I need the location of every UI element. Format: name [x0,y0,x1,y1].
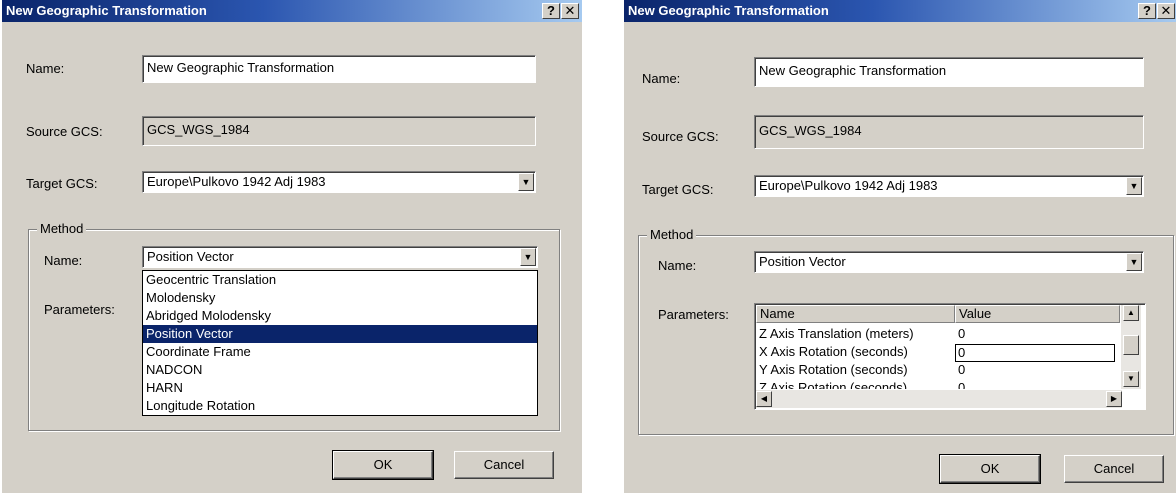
vertical-scrollbar[interactable]: ▲ ▼ [1121,305,1141,389]
ok-button[interactable]: OK [332,450,434,480]
param-value-cell[interactable]: 0 [955,379,1118,389]
cancel-button[interactable]: Cancel [454,451,554,479]
param-value-cell[interactable]: 0 [955,361,1118,379]
target-gcs-value: Europe\Pulkovo 1942 Adj 1983 [147,174,326,189]
dialog-title: New Geographic Transformation [628,3,829,18]
parameters-grid[interactable]: Name Value Z Axis Translation (meters) 0… [754,303,1146,410]
method-option[interactable]: Molodensky [143,289,537,307]
method-option[interactable]: Position Vector [143,325,537,343]
method-name-label: Name: [44,253,83,268]
method-option[interactable]: NADCON [143,361,537,379]
scroll-thumb[interactable] [1123,335,1139,355]
name-input[interactable]: New Geographic Transformation [142,55,536,83]
source-gcs-label: Source GCS: [26,124,103,139]
source-gcs-field: GCS_WGS_1984 [142,116,536,146]
param-name-cell[interactable]: Z Axis Rotation (seconds) [756,379,955,389]
chevron-down-icon[interactable]: ▼ [518,173,534,191]
geo-transform-dialog-left: New Geographic Transformation ? ✕ Name: … [2,0,582,493]
cancel-button[interactable]: Cancel [1064,455,1164,483]
close-button[interactable]: ✕ [561,3,579,19]
source-gcs-label: Source GCS: [642,129,719,144]
help-button[interactable]: ? [542,3,560,19]
grid-header-name[interactable]: Name [756,305,955,323]
chevron-down-icon[interactable]: ▼ [1126,177,1142,195]
title-bar: New Geographic Transformation ? ✕ [2,0,582,22]
param-name-cell[interactable]: X Axis Rotation (seconds) [756,343,955,361]
parameters-label: Parameters: [658,307,729,322]
method-value: Position Vector [759,254,846,269]
grid-header-value[interactable]: Value [955,305,1120,323]
method-option[interactable]: Coordinate Frame [143,343,537,361]
name-input[interactable]: New Geographic Transformation [754,57,1144,87]
horizontal-scrollbar[interactable]: ◀ ▶ [756,390,1122,408]
scroll-left-icon[interactable]: ◀ [756,391,772,407]
close-button[interactable]: ✕ [1157,3,1175,19]
method-name-label: Name: [658,258,697,273]
scroll-down-icon[interactable]: ▼ [1123,371,1139,387]
dialog-title: New Geographic Transformation [6,3,207,18]
chevron-down-icon[interactable]: ▼ [1126,253,1142,271]
method-option[interactable]: HARN [143,379,537,397]
chevron-down-icon[interactable]: ▼ [520,248,536,266]
parameters-label: Parameters: [44,302,115,317]
method-option[interactable]: Abridged Molodensky [143,307,537,325]
target-gcs-label: Target GCS: [26,176,98,191]
method-option[interactable]: Longitude Rotation [143,397,537,415]
ok-button[interactable]: OK [939,454,1041,484]
method-option[interactable]: Geocentric Translation [143,271,537,289]
target-gcs-value: Europe\Pulkovo 1942 Adj 1983 [759,178,938,193]
target-gcs-select[interactable]: Europe\Pulkovo 1942 Adj 1983 ▼ [754,175,1144,197]
method-group-label: Method [37,221,87,236]
source-gcs-field: GCS_WGS_1984 [754,115,1144,149]
target-gcs-label: Target GCS: [642,182,714,197]
method-dropdown-list[interactable]: Geocentric Translation Molodensky Abridged… [142,270,538,416]
scroll-up-icon[interactable]: ▲ [1123,305,1139,321]
method-value: Position Vector [147,249,234,264]
target-gcs-select[interactable]: Europe\Pulkovo 1942 Adj 1983 ▼ [142,171,536,193]
param-value-cell[interactable]: 0 [955,325,1118,343]
name-label: Name: [642,71,681,86]
method-group-label: Method [647,227,697,242]
title-bar: New Geographic Transformation ? ✕ [624,0,1176,22]
param-name-cell[interactable]: Z Axis Translation (meters) [756,325,955,343]
help-button[interactable]: ? [1138,3,1156,19]
name-label: Name: [26,61,65,76]
method-select[interactable]: Position Vector ▼ [754,251,1144,273]
param-name-cell[interactable]: Y Axis Rotation (seconds) [756,361,955,379]
method-select[interactable]: Position Vector ▼ [142,246,538,268]
param-value-edit[interactable]: 0 [955,344,1115,362]
scroll-right-icon[interactable]: ▶ [1106,391,1122,407]
geo-transform-dialog-right: New Geographic Transformation ? ✕ Name: … [624,0,1176,493]
